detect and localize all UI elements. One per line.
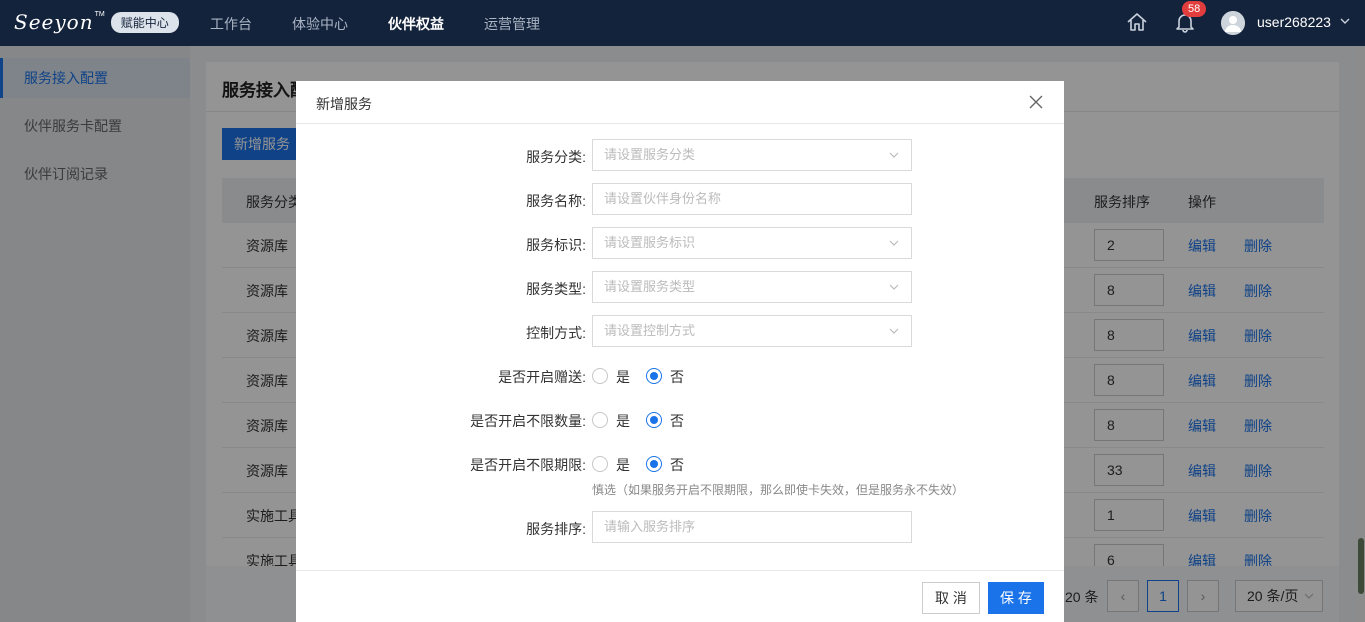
service-sort-input[interactable] xyxy=(604,519,884,534)
chevron-down-icon xyxy=(889,328,899,334)
cancel-button[interactable]: 取 消 xyxy=(922,582,980,614)
nav-item-partner-rights[interactable]: 伙伴权益 xyxy=(388,14,444,34)
dialog-title: 新增服务 xyxy=(316,96,372,112)
top-navigation-bar: Seeyon TM 赋能中心 工作台 体验中心 伙伴权益 运营管理 58 use… xyxy=(0,0,1365,46)
radio-label-no[interactable]: 否 xyxy=(670,411,684,431)
select-placeholder: 请设置服务标识 xyxy=(604,235,696,250)
username[interactable]: user268223 xyxy=(1257,14,1331,30)
chevron-down-icon xyxy=(889,240,899,246)
unlimited-period-yes-radio[interactable] xyxy=(592,456,608,472)
home-icon[interactable] xyxy=(1126,11,1148,33)
control-mode-select[interactable]: 请设置控制方式 xyxy=(592,315,912,347)
select-placeholder: 请设置服务分类 xyxy=(604,147,696,162)
service-identifier-select[interactable]: 请设置服务标识 xyxy=(592,227,912,259)
radio-label-yes[interactable]: 是 xyxy=(616,455,630,475)
unlimited-period-label: 是否开启不限期限: xyxy=(470,457,586,473)
radio-label-no[interactable]: 否 xyxy=(670,455,684,475)
gift-enabled-label: 是否开启赠送: xyxy=(498,369,586,385)
gift-enabled-no-radio[interactable] xyxy=(646,368,662,384)
scrollbar-thumb[interactable] xyxy=(1358,538,1364,594)
gift-enabled-yes-radio[interactable] xyxy=(592,368,608,384)
service-type-select[interactable]: 请设置服务类型 xyxy=(592,271,912,303)
close-icon[interactable] xyxy=(1028,94,1044,110)
radio-label-yes[interactable]: 是 xyxy=(616,411,630,431)
add-service-dialog: 新增服务 服务分类: 请设置服务分类 服务名称: 服务标识: 请设置服务标识 服… xyxy=(296,81,1064,622)
notification-count-badge: 58 xyxy=(1182,1,1207,17)
unlimited-quantity-no-radio[interactable] xyxy=(646,412,662,428)
dialog-header: 新增服务 xyxy=(296,81,1064,124)
service-type-label: 服务类型: xyxy=(526,281,586,297)
unlimited-period-hint: 慎选（如果服务开启不限期限，那么即使卡失效，但是服务永不失效） xyxy=(592,483,965,497)
nav-item-operations[interactable]: 运营管理 xyxy=(484,14,540,34)
service-name-field[interactable] xyxy=(592,183,912,215)
service-name-label: 服务名称: xyxy=(526,193,586,209)
dialog-footer: 取 消 保 存 xyxy=(296,570,1064,622)
chevron-down-icon xyxy=(889,284,899,290)
nav-item-experience-center[interactable]: 体验中心 xyxy=(292,14,348,34)
unlimited-quantity-yes-radio[interactable] xyxy=(592,412,608,428)
logo-badge: 赋能中心 xyxy=(110,11,179,33)
chevron-down-icon xyxy=(889,152,899,158)
radio-label-yes[interactable]: 是 xyxy=(616,367,630,387)
service-name-input[interactable] xyxy=(604,191,884,206)
service-identifier-label: 服务标识: xyxy=(526,237,586,253)
chevron-down-icon[interactable] xyxy=(1340,16,1350,26)
select-placeholder: 请设置控制方式 xyxy=(604,323,696,338)
service-sort-label: 服务排序: xyxy=(526,521,586,537)
logo-text: Seeyon xyxy=(14,10,94,34)
service-category-select[interactable]: 请设置服务分类 xyxy=(592,139,912,171)
save-button[interactable]: 保 存 xyxy=(988,582,1044,614)
select-placeholder: 请设置服务类型 xyxy=(604,279,696,294)
control-mode-label: 控制方式: xyxy=(526,325,586,341)
unlimited-period-no-radio[interactable] xyxy=(646,456,662,472)
service-sort-field[interactable] xyxy=(592,511,912,543)
avatar[interactable] xyxy=(1221,11,1245,35)
unlimited-quantity-label: 是否开启不限数量: xyxy=(470,413,586,429)
logo[interactable]: Seeyon TM 赋能中心 xyxy=(14,9,179,35)
nav-item-workbench[interactable]: 工作台 xyxy=(210,14,252,34)
logo-trademark: TM xyxy=(94,11,105,18)
radio-label-no[interactable]: 否 xyxy=(670,367,684,387)
service-category-label: 服务分类: xyxy=(526,149,586,165)
